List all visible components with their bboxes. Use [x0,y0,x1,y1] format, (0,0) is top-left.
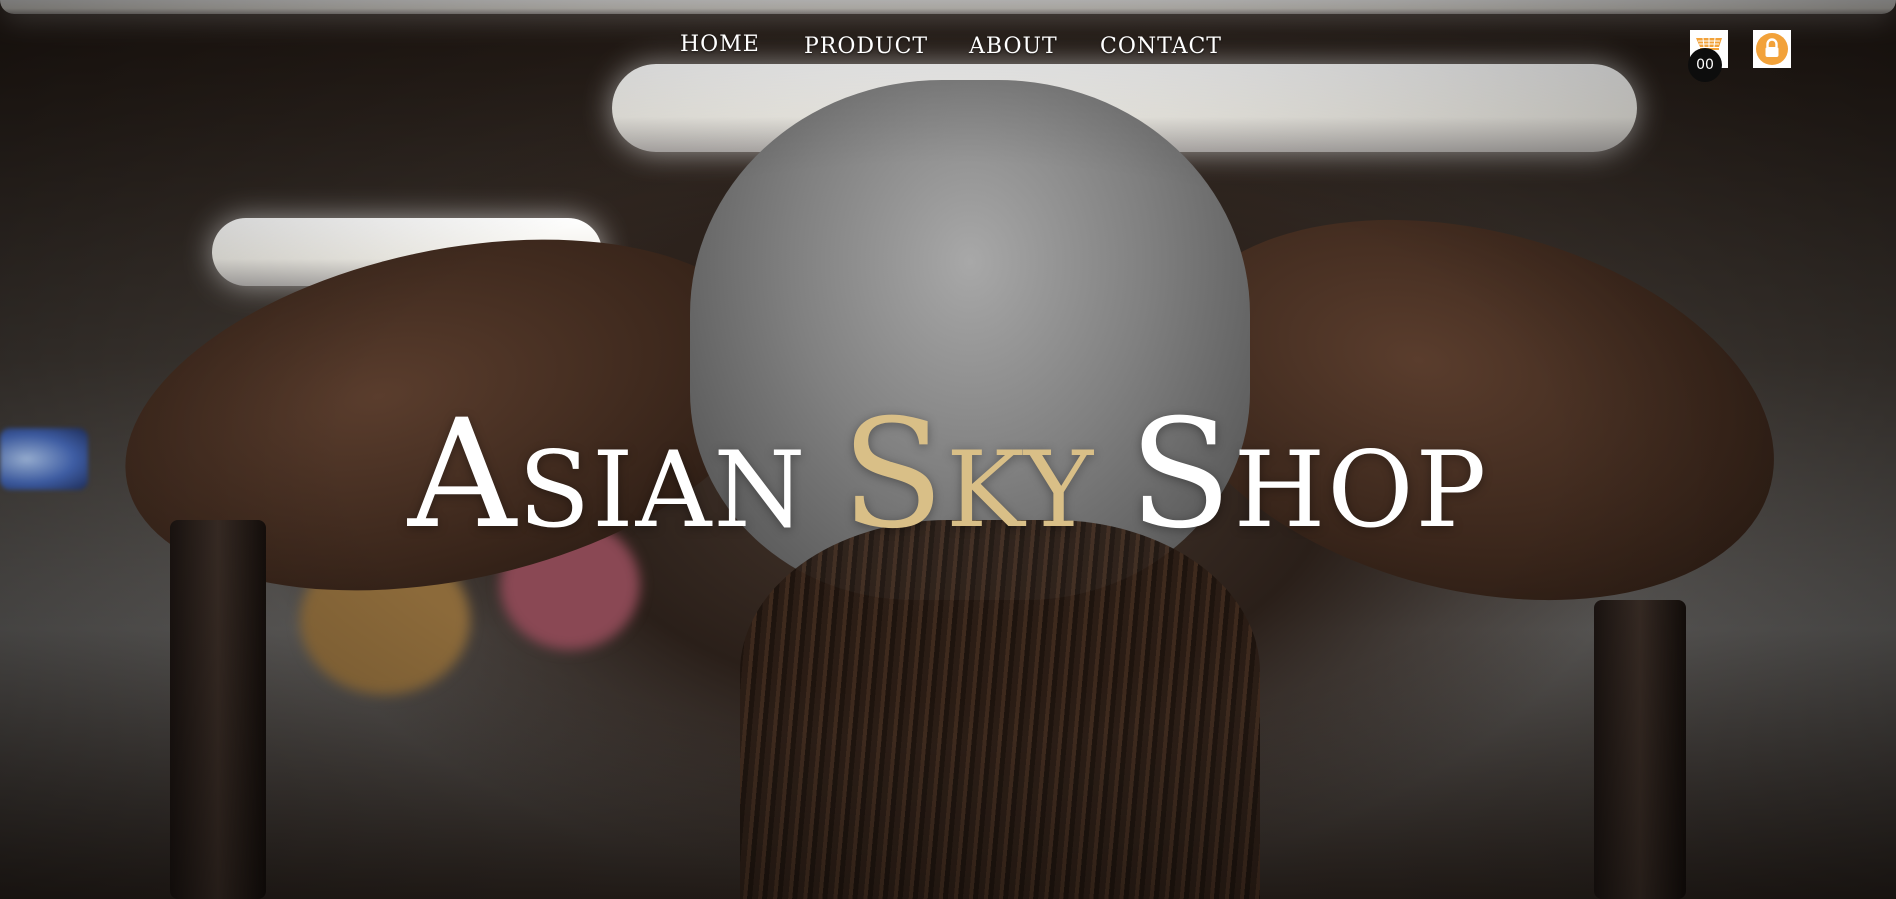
cart-count-badge: 00 [1688,48,1722,82]
user-account-icon [1756,33,1788,65]
nav-contact-link[interactable]: CONTACT [1100,34,1222,59]
hair [740,520,1260,899]
sled-handle-left [170,520,266,899]
nav-about-link[interactable]: ABOUT [969,34,1058,59]
main-nav: HOME PRODUCT ABOUT CONTACT [0,32,1896,74]
nav-home-link[interactable]: HOME [680,32,760,57]
account-button[interactable] [1753,30,1791,68]
hero-title-word-1: Asian [407,388,808,562]
nav-product-link[interactable]: PRODUCT [804,34,928,59]
hero-title-word-2: Sky [841,388,1096,562]
ceiling-light [0,0,1896,14]
sled-handle-right [1594,600,1686,899]
hero-title: Asian Sky Shop [0,400,1896,550]
hero-section: HOME PRODUCT ABOUT CONTACT 00 Asian Sky Sh… [0,0,1896,899]
hero-title-word-3: Shop [1129,388,1489,562]
